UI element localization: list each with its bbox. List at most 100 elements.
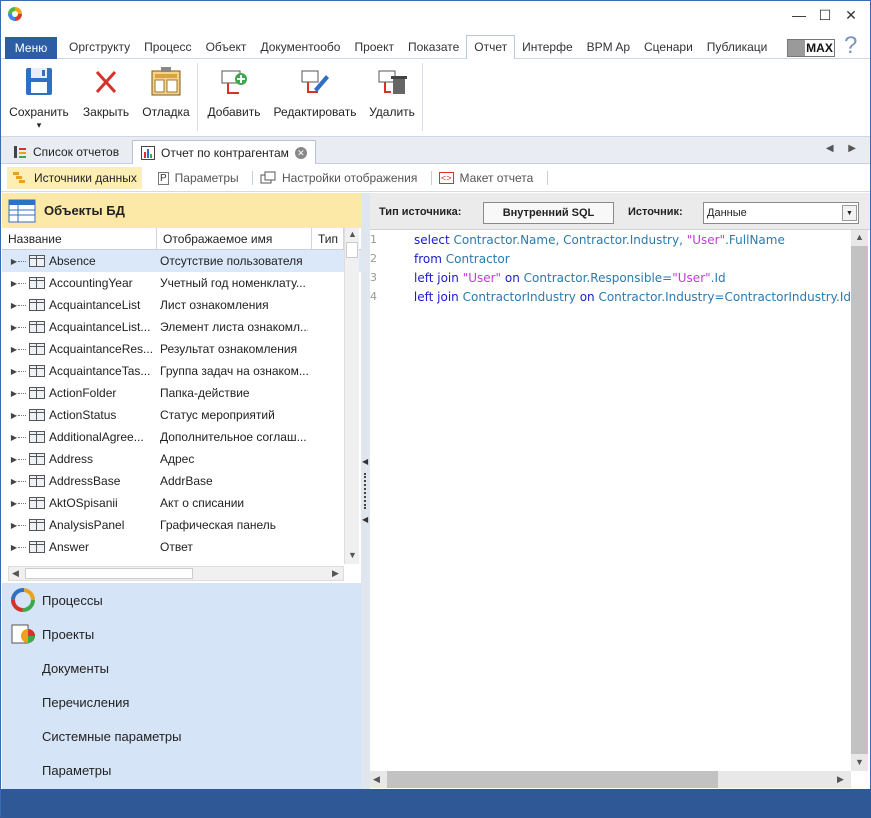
table-row[interactable]: ▶ AcquaintanceRes... Результат ознакомлени… [2,338,361,360]
save-button[interactable]: Сохранить ▾ [8,65,70,131]
row-display-name: Ответ [160,540,193,554]
table-row[interactable]: ▶ AcquaintanceTas... Группа задач на ознак… [2,360,361,382]
ribbon-tab-1[interactable]: Процесс [137,35,198,59]
expand-arrow-icon[interactable]: ▶ [2,279,18,288]
maximize-button[interactable]: ☐ [812,5,838,25]
expand-arrow-icon[interactable]: ▶ [2,521,18,530]
close-button[interactable]: Закрыть [79,65,133,119]
nav-item-system-parameters[interactable]: Системные параметры [2,719,361,753]
table-row[interactable]: ▶ AcquaintanceList... Элемент листа ознако… [2,316,361,338]
code-token: select [414,232,454,247]
expand-arrow-icon[interactable]: ▶ [2,455,18,464]
splitter-grip[interactable] [364,473,366,509]
expand-arrow-icon[interactable]: ▶ [2,257,18,266]
editor-scroll-down-arrow[interactable]: ▼ [855,757,864,767]
code-token: on [579,289,599,304]
table-row[interactable]: ▶ AktOSpisanii Акт о списании [2,492,361,514]
source-select[interactable]: Данные ▼ [703,202,859,224]
tree-connector [18,414,26,416]
table-row[interactable]: ▶ ActionStatus Статус мероприятий [2,404,361,426]
grid-hscroll-thumb[interactable] [25,568,193,579]
delete-button[interactable]: Удалить [366,65,418,119]
nav-item-enumerations[interactable]: Перечисления [2,685,361,719]
ribbon-tab-10[interactable]: Публикаци [700,35,775,59]
nav-item-projects[interactable]: Проекты [2,617,361,651]
grid-vscroll-thumb[interactable] [346,242,358,258]
max-badge[interactable]: MAX [787,39,835,57]
help-icon[interactable]: ? [844,32,857,60]
scroll-left-arrow[interactable]: ◀ [12,568,19,579]
edit-button[interactable]: Редактировать [271,65,359,119]
editor-hscroll-thumb[interactable] [387,771,718,788]
row-name-cell: ▶ AccountingYear [2,276,155,290]
ribbon-tab-9[interactable]: Сценари [637,35,700,59]
expand-arrow-icon[interactable]: ▶ [2,543,18,552]
editor-scroll-right-arrow[interactable]: ▶ [837,774,844,785]
editor-scroll-left-arrow[interactable]: ◀ [373,774,380,785]
ribbon-tab-3[interactable]: Документообо [253,35,347,59]
grid-vertical-scrollbar[interactable]: ▲ ▼ [344,228,359,564]
ribbon-tab-6[interactable]: Отчет [466,35,516,60]
collapse-left-arrow[interactable]: ◀ [362,457,368,466]
ribbon-tab-4[interactable]: Проект [347,35,401,59]
panel-splitter[interactable]: ◀ ◀ [361,193,370,789]
tab-data-sources[interactable]: Источники данных [7,167,142,189]
minimize-button[interactable]: — [786,5,812,25]
column-header-type[interactable]: Тип [312,228,344,249]
editor-vertical-scrollbar[interactable]: ▲ ▼ [851,230,868,771]
source-type-button[interactable]: Внутренний SQL [483,202,614,224]
tab-contractor-report[interactable]: Отчет по контрагентам ✕ [132,140,316,164]
nav-item-parameters[interactable]: Параметры [2,753,361,787]
scroll-right-arrow[interactable]: ▶ [332,568,339,579]
tab-scroll-arrows[interactable]: ◀ ▶ [826,143,862,154]
editor-horizontal-scrollbar[interactable]: ◀ ▶ [370,771,851,788]
expand-arrow-icon[interactable]: ▶ [2,477,18,486]
nav-item-documents[interactable]: Документы [2,651,361,685]
ribbon-tab-2[interactable]: Объект [199,35,254,59]
row-display-name: Адрес [160,452,195,466]
floppy-disk-icon [22,65,56,99]
tab-report-list[interactable]: Список отчетов [5,140,127,164]
save-dropdown-arrow[interactable]: ▾ [8,120,70,131]
close-tab-icon[interactable]: ✕ [294,146,307,159]
table-row[interactable]: ▶ AdditionalAgree... Дополнительное соглаш… [2,426,361,448]
ribbon-tab-7[interactable]: Интерфе [515,35,580,59]
expand-arrow-icon[interactable]: ▶ [2,411,18,420]
table-row[interactable]: ▶ Address Адрес [2,448,361,470]
close-window-button[interactable]: ✕ [838,5,864,25]
nav-item-processes[interactable]: Процессы [2,583,361,617]
table-row[interactable]: ▶ ActionFolder Папка-действие [2,382,361,404]
grid-horizontal-scrollbar[interactable]: ◀ ▶ [8,566,344,581]
table-row[interactable]: ▶ AddressBase AddrBase [2,470,361,492]
tab-report-layout[interactable]: <> Макет отчета [434,167,538,189]
expand-arrow-icon[interactable]: ▶ [2,367,18,376]
chevron-down-icon[interactable]: ▼ [842,205,857,221]
column-header-display-name[interactable]: Отображаемое имя [157,228,312,249]
table-row[interactable]: ▶ AnalysisPanel Графическая панель [2,514,361,536]
debug-button[interactable]: Отладка [141,65,191,119]
tab-parameters[interactable]: P Параметры [153,167,244,189]
sql-code-editor[interactable]: 1 select Contractor.Name, Contractor.Indu… [370,230,851,771]
scroll-down-arrow[interactable]: ▼ [348,550,357,560]
editor-vscroll-thumb[interactable] [851,246,868,754]
tab-display-settings[interactable]: Настройки отображения [255,167,422,189]
editor-scroll-up-arrow[interactable]: ▲ [855,232,864,242]
ribbon-tab-5[interactable]: Показате [401,35,466,59]
expand-arrow-icon[interactable]: ▶ [2,433,18,442]
expand-arrow-icon[interactable]: ▶ [2,499,18,508]
expand-arrow-icon[interactable]: ▶ [2,323,18,332]
scroll-up-arrow[interactable]: ▲ [348,229,357,239]
ribbon-tab-8[interactable]: BPM Ap [580,35,637,59]
table-row[interactable]: ▶ AccountingYear Учетный год номенклату... [2,272,361,294]
table-row[interactable]: ▶ Absence Отсутствие пользователя [2,250,361,272]
table-row[interactable]: ▶ AcquaintanceList Лист ознакомления [2,294,361,316]
expand-arrow-icon[interactable]: ▶ [2,345,18,354]
expand-arrow-icon[interactable]: ▶ [2,301,18,310]
table-row[interactable]: ▶ Answer Ответ [2,536,361,558]
ribbon-tab-0[interactable]: Оргструкту [62,35,137,59]
expand-arrow-icon[interactable]: ▶ [2,389,18,398]
add-button[interactable]: Добавить [204,65,264,119]
column-header-name[interactable]: Название [2,228,157,249]
menu-button[interactable]: Меню [5,37,57,59]
collapse-right-arrow[interactable]: ◀ [362,515,368,524]
